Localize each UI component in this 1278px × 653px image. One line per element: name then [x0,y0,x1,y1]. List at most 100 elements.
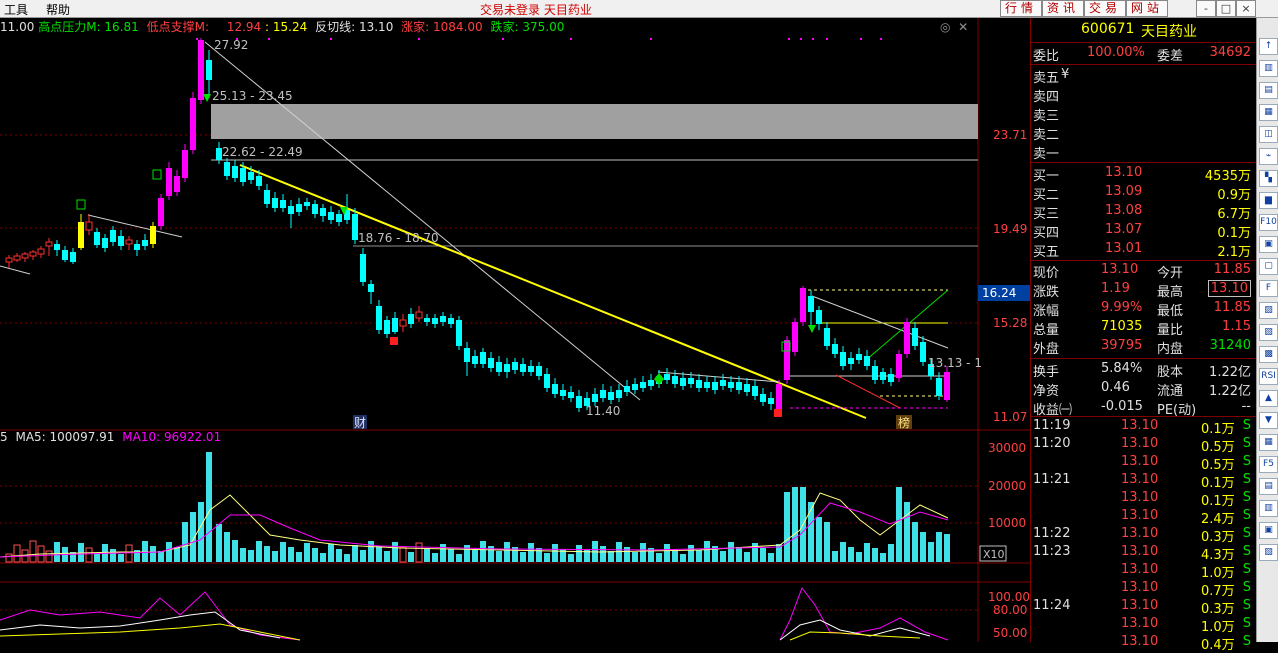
candle-body [864,356,870,366]
toolbar-icon[interactable]: ▩ [1259,346,1278,363]
buy-level-price: 13.01 [1105,241,1143,256]
toolbar-icon[interactable]: ▆ [1259,192,1278,209]
candle-body [304,202,310,206]
buy-level-label: 买二 [1033,188,1060,203]
volume-bar [808,502,814,562]
volume-bar [13,544,21,563]
candle-body [198,40,204,100]
candle-body [190,98,196,150]
volume-bar [415,542,423,563]
minimize-button[interactable]: - [1196,0,1216,17]
toolbar-icon[interactable]: ▦ [1259,104,1278,121]
maximize-button[interactable]: □ [1216,0,1236,17]
vol-legend-ma5: MA5: 100097.91 [15,430,115,444]
volume-bar [264,546,270,562]
sell-row: 卖三 [1031,104,1255,124]
volume-bar [872,548,878,562]
tab-quotes[interactable]: 行情 [1000,0,1042,17]
candle-body [312,204,318,214]
toolbar-icon[interactable]: ▣ [1259,522,1278,539]
finance-badge[interactable]: 财 [354,416,366,430]
tick-row: 11:21 13.10 0.1万 S [1031,471,1255,491]
toolbar-icon[interactable]: F10 [1259,214,1278,231]
tick-price: 13.10 [1121,472,1159,487]
stock-header: 600671 天目药业 [1031,20,1255,40]
finance-label: PE(动) [1157,403,1197,418]
volume-bar [256,541,262,562]
candle-body [576,396,582,408]
buy-level-price: 13.07 [1105,222,1143,237]
tick-row: 11:23 13.10 4.3万 S [1031,543,1255,563]
menu-tools[interactable]: 工具 [4,1,28,18]
volume-bar [232,540,238,562]
toolbar-icon[interactable]: ▧ [1259,324,1278,341]
toolbar-icon[interactable]: ▦ [1259,434,1278,451]
volume-bar [816,517,822,562]
toolbar-icon[interactable]: ⌁ [1259,148,1278,165]
legend-support-value: 12.94 [226,20,262,34]
toolbar-icon[interactable]: ↑ [1259,38,1278,55]
tick-row: 13.10 0.4万 S [1031,633,1255,653]
candle-body [776,384,782,412]
candle-body [920,342,926,362]
volume-bar [448,549,454,562]
tick-price: 13.10 [1121,454,1159,469]
tab-trade[interactable]: 交易 [1084,0,1126,17]
toolbar-icon[interactable]: ▢ [1259,258,1278,275]
volume-bars [5,452,950,563]
rank-badge[interactable]: 榜 [898,415,910,430]
quote-label: 内盘 [1157,342,1184,357]
tick-price: 13.10 [1121,580,1159,595]
volume-bar [928,542,934,562]
arrow-down-icon [808,325,816,333]
menu-help[interactable]: 帮助 [46,1,70,18]
indicator-line-4 [779,586,949,641]
zone1-label: 25.13 - 23.45 [212,89,293,103]
indicator-line-3 [0,623,301,641]
tab-website[interactable]: 网站 [1126,0,1168,17]
toolbar-icon[interactable]: ▧ [1259,544,1278,561]
toolbar-icon[interactable]: ▨ [1259,302,1278,319]
candle-body [504,364,510,372]
toolbar-icon[interactable]: ▥ [1259,60,1278,77]
candle-body [29,251,37,257]
legend-reverse-value: 13.10 [358,20,394,34]
legend-reverse-label: 反切线: [315,20,356,34]
volume-bar [224,532,230,562]
toolbar-icon[interactable]: ◫ [1259,126,1278,143]
tab-news[interactable]: 资讯 [1042,0,1084,17]
weibi-value: 100.00% [1087,45,1145,60]
buy-row: 买四 13.07 0.1万 [1031,221,1255,241]
volume-bar [150,546,156,562]
toolbar-icon[interactable]: ▼ [1259,412,1278,429]
candle-body [13,255,21,261]
finance-value: 5.84% [1101,361,1143,376]
candle-body [448,318,454,324]
toolbar-icon[interactable]: F5 [1259,456,1278,473]
settings-icons[interactable]: ◎ ✕ [940,20,968,34]
diamond-icon [654,373,664,385]
tick-row: 13.10 0.7万 S [1031,579,1255,599]
buy-row: 买一 13.10 4535万 [1031,164,1255,184]
kline-chart[interactable]: 27.92 25.13 - 23.45 22.62 - 22.49 18.76 … [0,18,1030,642]
toolbar-icon[interactable]: F [1259,280,1278,297]
toolbar-icon[interactable]: RSI [1259,368,1278,385]
candle-body [568,392,574,398]
trendline-left [87,214,183,238]
candle-body [320,208,326,216]
tick-row: 13.10 1.0万 S [1031,561,1255,581]
toolbar-icon[interactable]: ▤ [1259,478,1278,495]
toolbar-icon[interactable]: ▥ [1259,500,1278,517]
finance-value: 1.22亿 [1209,365,1251,380]
toolbar-icon[interactable]: ▲ [1259,390,1278,407]
price-axis-label: 11.07 [993,410,1027,424]
toolbar-icon[interactable]: ▤ [1259,82,1278,99]
toolbar-icon[interactable]: ▣ [1259,236,1278,253]
candle-body [752,386,758,396]
volume-bar [680,554,686,562]
volume-bar [728,542,734,562]
toolbar-icon[interactable]: ▚ [1259,170,1278,187]
volume-bar [352,545,358,562]
candle-body [608,392,614,400]
close-button[interactable]: × [1236,0,1256,17]
